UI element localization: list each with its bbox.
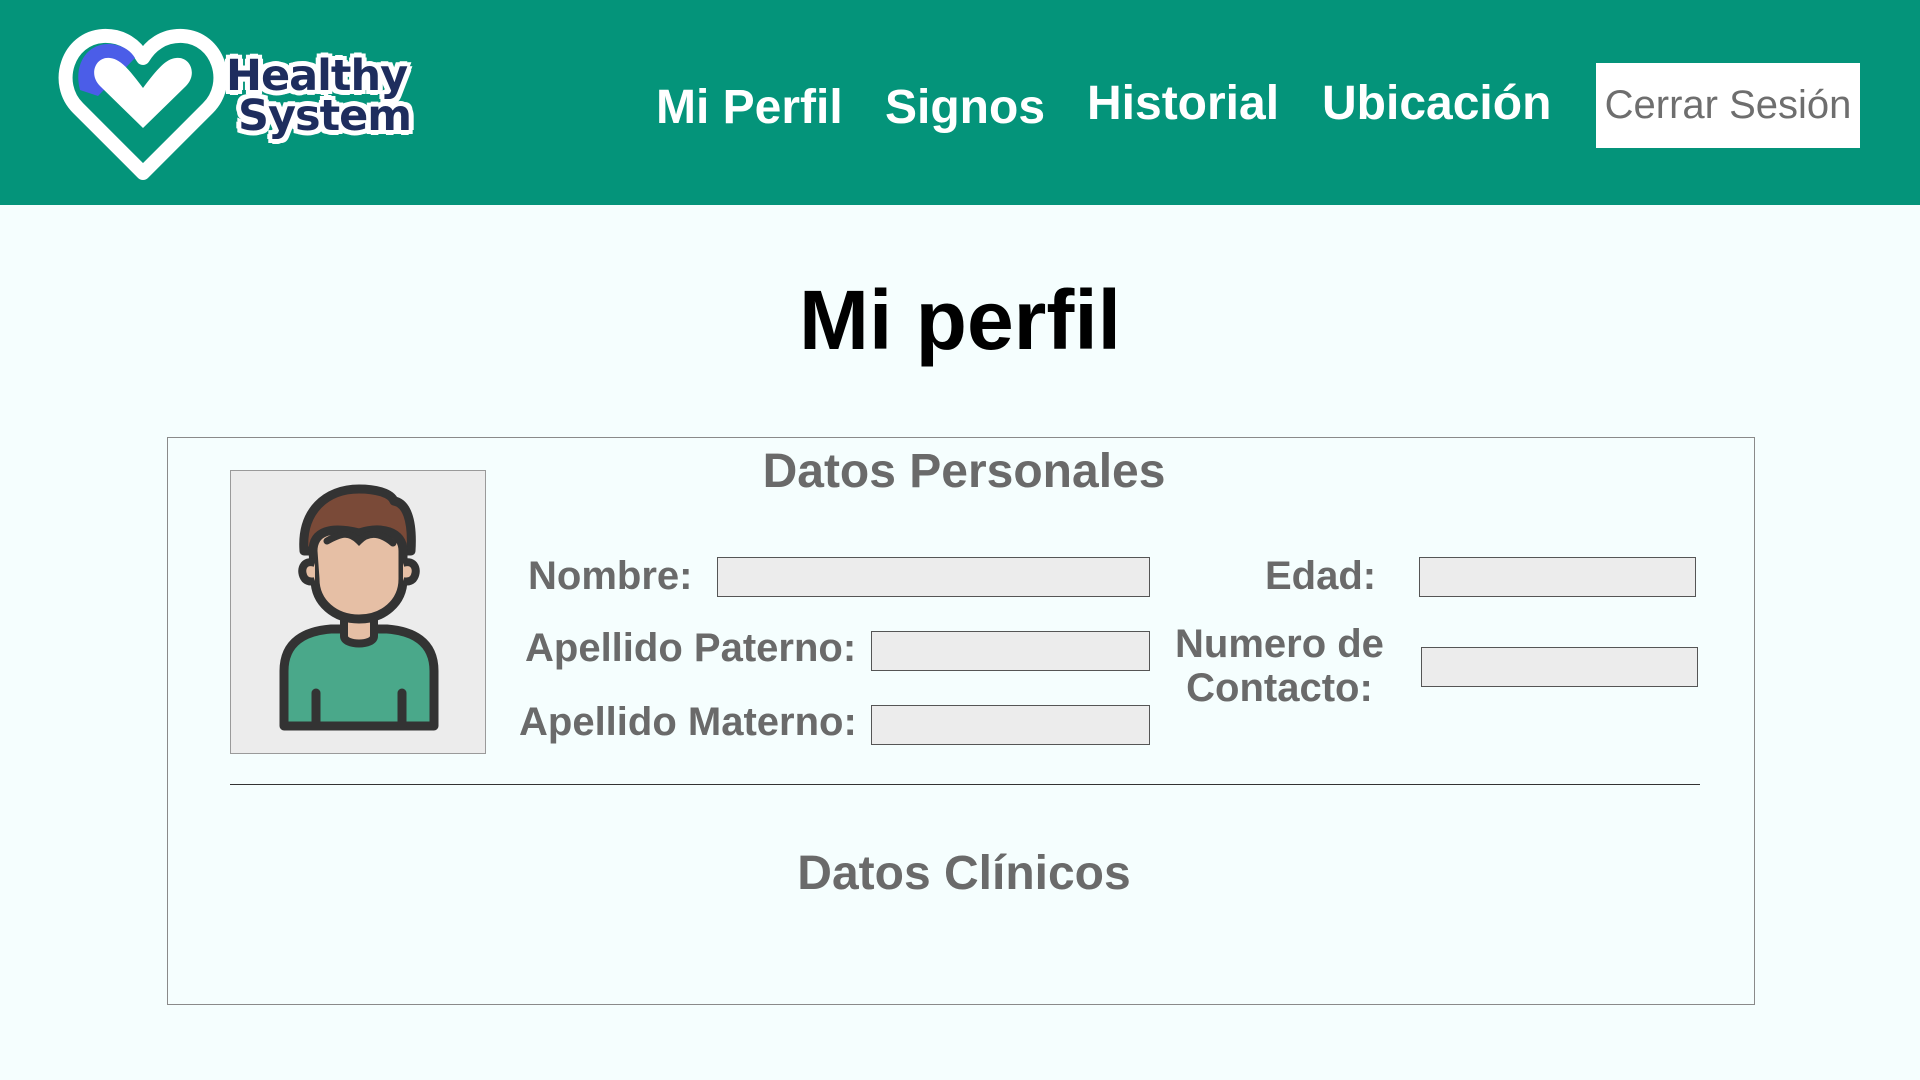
label-numero-contacto-line1: Numero de (1175, 622, 1384, 666)
nav-ubicacion[interactable]: Ubicación (1322, 76, 1551, 131)
label-numero-contacto-line2: Contacto: (1186, 666, 1373, 710)
input-apellido-materno[interactable] (871, 705, 1150, 745)
nav-signos[interactable]: Signos (885, 80, 1045, 135)
section-title-clinical: Datos Clínicos (797, 847, 1131, 900)
user-avatar-icon (279, 484, 439, 731)
label-nombre: Nombre: (528, 554, 693, 598)
top-navbar: Healthy System Mi Perfil Signos Historia… (0, 0, 1920, 205)
nav-historial[interactable]: Historial (1087, 76, 1279, 131)
logo-line-1: Healthy (226, 51, 408, 101)
label-edad: Edad: (1265, 554, 1377, 598)
input-edad[interactable] (1419, 557, 1696, 597)
input-apellido-paterno[interactable] (871, 631, 1150, 671)
page-title-text: Mi perfil (798, 273, 1121, 367)
logout-button[interactable]: Cerrar Sesión (1596, 63, 1860, 148)
input-numero-contacto[interactable] (1421, 647, 1698, 687)
nav-mi-perfil[interactable]: Mi Perfil (656, 80, 843, 135)
healthy-system-logo[interactable]: Healthy System (58, 28, 428, 183)
label-numero-contacto: Numero de Contacto: (1175, 622, 1384, 710)
heart-check-logo-icon (58, 28, 228, 180)
label-apellido-paterno: Apellido Paterno: (525, 626, 857, 670)
logo-wordmark: Healthy System (226, 51, 412, 141)
profile-photo[interactable] (230, 470, 486, 754)
section-title-personal: Datos Personales (762, 445, 1166, 498)
input-nombre[interactable] (717, 557, 1150, 597)
label-apellido-materno: Apellido Materno: (519, 700, 857, 744)
section-divider (230, 784, 1700, 785)
logo-line-2: System (238, 91, 412, 141)
page-title: Mi perfil (0, 272, 1920, 369)
